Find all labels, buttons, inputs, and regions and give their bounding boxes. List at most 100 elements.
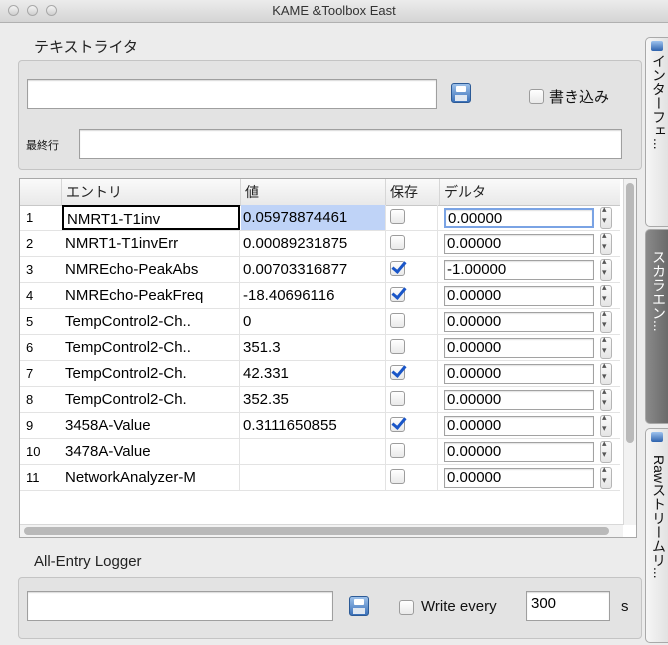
- entry-name-cell[interactable]: NMREcho-PeakFreq: [62, 283, 240, 308]
- horizontal-scroll-thumb[interactable]: [24, 527, 609, 535]
- value-cell[interactable]: 0: [241, 309, 386, 334]
- delta-field[interactable]: 0.00000: [444, 234, 594, 254]
- entry-name-cell[interactable]: 3458A-Value: [62, 413, 240, 438]
- value-cell[interactable]: 351.3: [241, 335, 386, 360]
- delta-stepper[interactable]: [600, 360, 612, 385]
- logger-path-field[interactable]: [27, 591, 333, 621]
- write-every-checkbox[interactable]: [399, 600, 414, 615]
- table-row[interactable]: 1 NMRT1-T1inv 0.05978874461 0.00000: [20, 204, 620, 231]
- delta-cell: 0.00000: [440, 205, 605, 230]
- table-row[interactable]: 10 3478A-Value 0.00000: [20, 438, 620, 465]
- entry-name-cell[interactable]: TempControl2-Ch.: [62, 387, 240, 412]
- save-cell: [386, 439, 438, 464]
- delta-stepper[interactable]: [600, 256, 612, 281]
- delta-field[interactable]: 0.00000: [444, 442, 594, 462]
- entry-name-cell[interactable]: NMRT1-T1invErr: [62, 231, 240, 256]
- delta-stepper[interactable]: [600, 438, 612, 463]
- value-cell[interactable]: [241, 439, 386, 464]
- delta-stepper[interactable]: [600, 230, 612, 255]
- save-checkbox[interactable]: [390, 261, 405, 276]
- delta-field[interactable]: 0.00000: [444, 468, 594, 488]
- save-checkbox[interactable]: [390, 365, 405, 380]
- row-number: 4: [26, 288, 34, 303]
- delta-field[interactable]: 0.00000: [444, 390, 594, 410]
- save-checkbox[interactable]: [390, 287, 405, 302]
- entry-name-cell[interactable]: TempControl2-Ch..: [62, 309, 240, 334]
- delta-field[interactable]: 0.00000: [444, 338, 594, 358]
- save-checkbox[interactable]: [390, 443, 405, 458]
- write-checkbox[interactable]: [529, 89, 544, 104]
- last-line-field[interactable]: [79, 129, 622, 159]
- value-cell[interactable]: 0.3111650855: [241, 413, 386, 438]
- header-delta[interactable]: デルタ: [440, 179, 620, 205]
- delta-field[interactable]: -1.00000: [444, 260, 594, 280]
- value-cell[interactable]: 42.331: [241, 361, 386, 386]
- value-cell[interactable]: -18.40696116: [241, 283, 386, 308]
- delta-cell: 0.00000: [440, 283, 605, 308]
- logger-save-button[interactable]: [345, 594, 373, 618]
- entry-name-cell[interactable]: TempControl2-Ch.: [62, 361, 240, 386]
- tab-icon: [651, 432, 663, 442]
- table-row[interactable]: 9 3458A-Value 0.3111650855 0.00000: [20, 412, 620, 439]
- delta-cell: 0.00000: [440, 361, 605, 386]
- tab-icon: [651, 41, 663, 51]
- delta-cell: -1.00000: [440, 257, 605, 282]
- header-entry[interactable]: エントリ: [62, 179, 241, 205]
- tab-interface[interactable]: インターフェ...: [645, 37, 668, 227]
- table-row[interactable]: 3 NMREcho-PeakAbs 0.00703316877 -1.00000: [20, 256, 620, 283]
- value-cell[interactable]: 0.00089231875: [241, 231, 386, 256]
- delta-field[interactable]: 0.00000: [444, 208, 594, 228]
- delta-field[interactable]: 0.00000: [444, 312, 594, 332]
- save-checkbox[interactable]: [390, 469, 405, 484]
- delta-stepper[interactable]: [600, 282, 612, 307]
- delta-cell: 0.00000: [440, 439, 605, 464]
- delta-cell: 0.00000: [440, 335, 605, 360]
- entry-name-cell[interactable]: NMREcho-PeakAbs: [62, 257, 240, 282]
- delta-field[interactable]: 0.00000: [444, 364, 594, 384]
- delta-stepper[interactable]: [600, 464, 612, 489]
- save-checkbox[interactable]: [390, 339, 405, 354]
- entry-name-cell[interactable]: NetworkAnalyzer-M: [62, 465, 240, 490]
- save-checkbox[interactable]: [390, 209, 405, 224]
- vertical-scroll-thumb[interactable]: [626, 183, 634, 443]
- delta-stepper[interactable]: [600, 412, 612, 437]
- entry-name-cell[interactable]: 3478A-Value: [62, 439, 240, 464]
- text-writer-save-button[interactable]: [447, 81, 475, 105]
- entry-name-cell[interactable]: NMRT1-T1inv: [62, 205, 240, 230]
- delta-stepper[interactable]: [600, 386, 612, 411]
- table-row[interactable]: 2 NMRT1-T1invErr 0.00089231875 0.00000: [20, 230, 620, 257]
- value-cell[interactable]: 0.05978874461: [241, 205, 386, 230]
- header-save[interactable]: 保存: [386, 179, 440, 205]
- value-cell[interactable]: 0.00703316877: [241, 257, 386, 282]
- tab-scalar-entries[interactable]: スカラエン...: [645, 229, 668, 424]
- table-row[interactable]: 11 NetworkAnalyzer-M 0.00000: [20, 464, 620, 491]
- delta-cell: 0.00000: [440, 387, 605, 412]
- save-checkbox[interactable]: [390, 391, 405, 406]
- table-row[interactable]: 7 TempControl2-Ch. 42.331 0.00000: [20, 360, 620, 387]
- save-checkbox[interactable]: [390, 417, 405, 432]
- save-checkbox[interactable]: [390, 313, 405, 328]
- delta-stepper[interactable]: [600, 204, 612, 229]
- value-cell[interactable]: [241, 465, 386, 490]
- entry-name-cell[interactable]: TempControl2-Ch..: [62, 335, 240, 360]
- row-number: 9: [26, 418, 34, 433]
- interval-field[interactable]: 300: [526, 591, 610, 621]
- table-row[interactable]: 4 NMREcho-PeakFreq -18.40696116 0.00000: [20, 282, 620, 309]
- save-checkbox[interactable]: [390, 235, 405, 250]
- header-value[interactable]: 値: [241, 179, 386, 205]
- delta-stepper[interactable]: [600, 334, 612, 359]
- save-cell: [386, 257, 438, 282]
- value-cell[interactable]: 352.35: [241, 387, 386, 412]
- delta-stepper[interactable]: [600, 308, 612, 333]
- delta-field[interactable]: 0.00000: [444, 286, 594, 306]
- table-row[interactable]: 8 TempControl2-Ch. 352.35 0.00000: [20, 386, 620, 413]
- horizontal-scrollbar[interactable]: [20, 524, 623, 537]
- delta-field[interactable]: 0.00000: [444, 416, 594, 436]
- row-number: 10: [26, 444, 41, 459]
- row-number: 11: [26, 470, 40, 485]
- text-writer-path-field[interactable]: [27, 79, 437, 109]
- table-row[interactable]: 5 TempControl2-Ch.. 0 0.00000: [20, 308, 620, 335]
- table-row[interactable]: 6 TempControl2-Ch.. 351.3 0.00000: [20, 334, 620, 361]
- tab-raw-stream[interactable]: Rawストリームリ...: [645, 428, 668, 643]
- vertical-scrollbar[interactable]: [623, 179, 636, 525]
